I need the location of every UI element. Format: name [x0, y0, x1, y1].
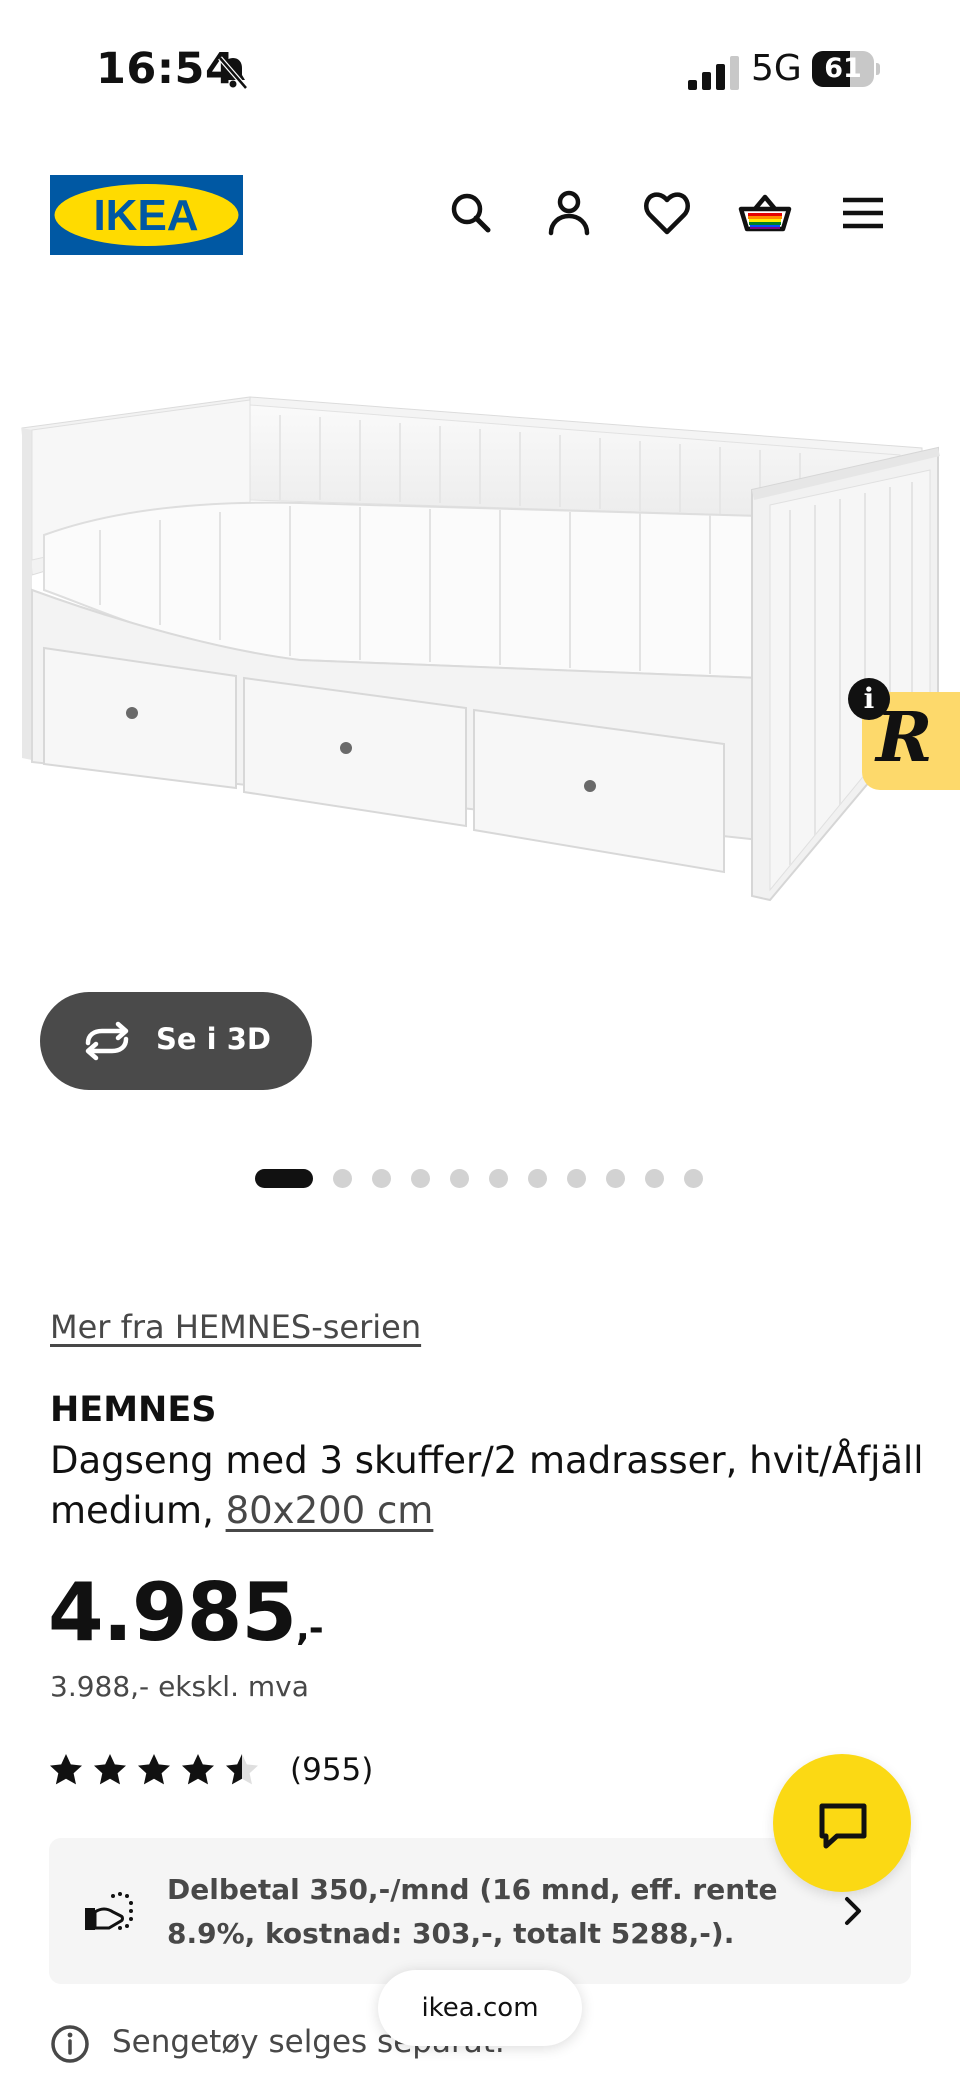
carousel-dot[interactable]: [489, 1168, 508, 1188]
product-description-text: Dagseng med 3 skuffer/2 madrasser, hvit/…: [50, 1439, 924, 1532]
drawer-knob: [340, 742, 352, 754]
carousel-dot[interactable]: [372, 1168, 391, 1188]
account-icon[interactable]: [541, 185, 597, 241]
price-amount: 4.985: [48, 1566, 297, 1659]
product-name: HEMNES: [50, 1390, 217, 1430]
carousel-dot-active[interactable]: [255, 1168, 313, 1188]
cellular-signal-icon: [688, 56, 739, 90]
carousel-dot[interactable]: [333, 1168, 352, 1188]
ikea-logo-graphic: IKEA: [50, 175, 243, 255]
chat-button[interactable]: [773, 1754, 911, 1892]
carousel-dot[interactable]: [645, 1168, 664, 1188]
carousel-dot[interactable]: [567, 1168, 586, 1188]
browser-url-pill[interactable]: ikea.com: [378, 1970, 582, 2046]
heart-icon[interactable]: [639, 185, 695, 241]
star-icon: [182, 1754, 214, 1785]
chevron-right-icon: [845, 1897, 861, 1925]
rotate-3d-icon: [85, 1021, 129, 1061]
carousel-dot[interactable]: [411, 1168, 430, 1188]
star-icon: [226, 1754, 258, 1785]
info-circle-icon: [51, 2025, 89, 2063]
battery-body: 61: [812, 51, 874, 87]
ikea-logo[interactable]: IKEA: [50, 175, 243, 255]
battery-tip: [876, 63, 880, 75]
product-rating[interactable]: (955): [48, 1748, 373, 1792]
product-image[interactable]: [0, 360, 960, 920]
payment-hand-icon: [85, 1892, 133, 1930]
price: 4.985,-: [48, 1566, 324, 1674]
drawer-knob: [126, 707, 138, 719]
financing-text: Delbetal 350,-/mnd (16 mnd, eff. rente 8…: [167, 1873, 778, 1950]
carousel-dot[interactable]: [450, 1168, 469, 1188]
search-icon[interactable]: [443, 185, 499, 241]
product-description: Dagseng med 3 skuffer/2 madrasser, hvit/…: [50, 1436, 930, 1536]
price-excluding-vat: 3.988,- ekskl. mva: [50, 1670, 309, 1703]
battery-level: 61: [824, 53, 862, 84]
star-icon: [50, 1754, 82, 1785]
drawer-knob: [584, 780, 596, 792]
network-type: 5G: [751, 48, 802, 89]
view-3d-button[interactable]: Se i 3D: [40, 992, 312, 1090]
series-link[interactable]: Mer fra HEMNES-serien: [50, 1308, 421, 1346]
size-link[interactable]: 80x200 cm: [226, 1489, 434, 1532]
battery-indicator: 61: [812, 51, 880, 89]
image-carousel-dots[interactable]: [255, 1168, 723, 1188]
financing-banner[interactable]: Delbetal 350,-/mnd (16 mnd, eff. rente 8…: [49, 1838, 911, 1984]
info-icon[interactable]: i: [848, 678, 890, 720]
rating-stars: [48, 1752, 268, 1788]
chat-bubble-icon: [819, 1803, 867, 1849]
basket-icon[interactable]: [737, 185, 793, 241]
price-suffix: ,-: [296, 1608, 324, 1649]
carousel-dot[interactable]: [606, 1168, 625, 1188]
star-icon: [94, 1754, 126, 1785]
star-icon: [138, 1754, 170, 1785]
ikea-logo-text: IKEA: [93, 191, 198, 240]
rating-count: (955): [290, 1752, 374, 1788]
view-3d-label: Se i 3D: [156, 1022, 271, 1056]
carousel-dot[interactable]: [684, 1168, 703, 1188]
carousel-dot[interactable]: [528, 1168, 547, 1188]
bell-slash-icon: [218, 56, 248, 90]
menu-icon[interactable]: [835, 185, 891, 241]
